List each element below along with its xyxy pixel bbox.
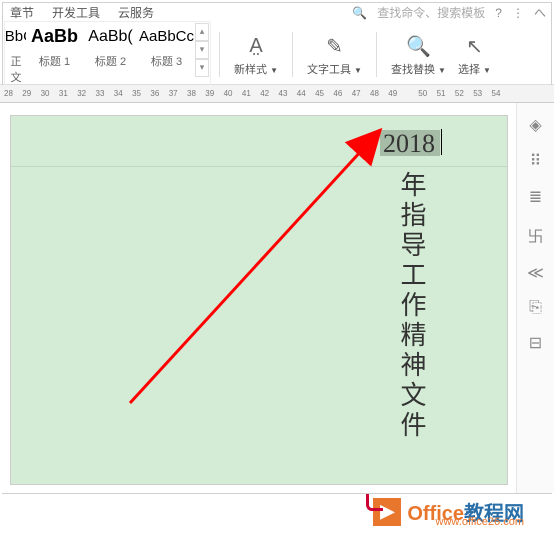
side-panel: ◈ ⠿ ≣ 卐 ≪ ⎘ ⊟ <box>516 103 554 493</box>
style-heading3[interactable]: AaBbCc 标题 3 <box>139 23 194 71</box>
collapse-icon[interactable]: へ <box>534 4 546 21</box>
select-icon: ↖ <box>458 33 491 61</box>
find-replace-button[interactable]: 🔍 查找替换 ▼ <box>385 33 452 77</box>
ruler[interactable]: 2829303132333435363738394041424344454647… <box>0 85 554 103</box>
edit-icon[interactable]: ◈ <box>529 115 541 135</box>
body-text[interactable]: 年指导工作精神文件 <box>393 171 430 441</box>
grip-icon[interactable]: ⠿ <box>530 151 542 171</box>
style-body[interactable]: AaBbCcI 正文 <box>6 23 26 87</box>
text-tool-icon: ✎ <box>307 33 362 61</box>
new-style-button[interactable]: A̤ 新样式 ▼ <box>228 33 284 77</box>
style-gallery[interactable]: AaBbCcI 正文 AaBb 标题 1 AaBb( 标题 2 AaBbCc 标… <box>4 21 211 89</box>
link-icon[interactable]: ⎘ <box>529 299 542 317</box>
more-icon[interactable]: ⋮ <box>512 6 524 20</box>
toolbar: AaBbCcI 正文 AaBb 标题 1 AaBb( 标题 2 AaBbCc 标… <box>0 25 554 85</box>
text-cursor <box>441 129 442 155</box>
search-placeholder[interactable]: 查找命令、搜索模板 <box>377 4 485 21</box>
watermark: ▶ Office教程网 www.office26.com <box>373 497 524 526</box>
year-text[interactable]: 2018 <box>383 129 435 159</box>
find-replace-icon: 🔍 <box>391 33 446 61</box>
style-heading1[interactable]: AaBb 标题 1 <box>27 23 82 71</box>
search-icon[interactable]: 🔍 <box>352 6 367 20</box>
logo-icon: ▶ <box>373 498 401 526</box>
list-icon[interactable]: ⊟ <box>529 333 542 353</box>
page: 2018 年指导工作精神文件 <box>10 115 508 485</box>
style-heading2[interactable]: AaBb( 标题 2 <box>83 23 138 71</box>
new-style-icon: A̤ <box>234 33 278 61</box>
help-icon[interactable]: ? <box>495 6 502 20</box>
document-canvas[interactable]: 2018 年指导工作精神文件 <box>0 103 554 493</box>
share-icon[interactable]: ≪ <box>527 263 544 283</box>
layers-icon[interactable]: ≣ <box>529 187 542 207</box>
select-button[interactable]: ↖ 选择 ▼ <box>452 33 497 77</box>
gallery-scroll[interactable]: ▴▾▾ <box>195 23 209 77</box>
settings-icon[interactable]: 卐 <box>527 223 543 247</box>
text-tool-button[interactable]: ✎ 文字工具 ▼ <box>301 33 368 77</box>
